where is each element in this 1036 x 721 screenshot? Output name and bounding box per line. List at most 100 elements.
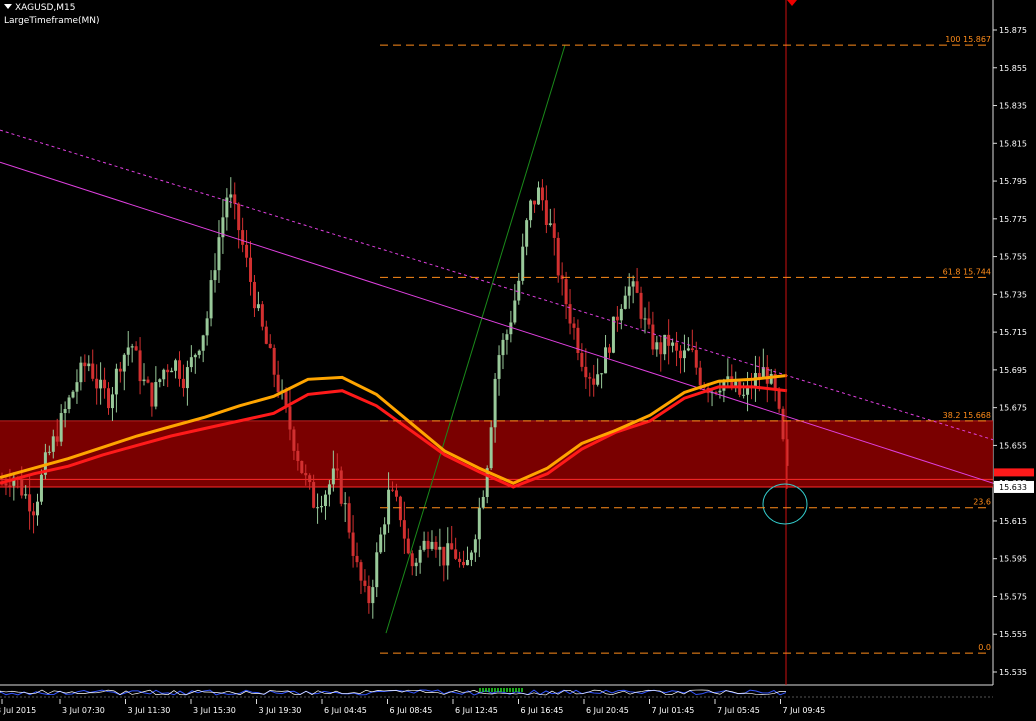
- candle-body: [130, 346, 134, 348]
- candle-body: [564, 279, 568, 305]
- candle-body: [678, 350, 682, 359]
- candle-body: [375, 552, 379, 588]
- candle-body: [619, 308, 623, 321]
- candle-body: [189, 357, 193, 368]
- candle-body: [142, 379, 146, 382]
- candle-body: [473, 539, 477, 553]
- candle-body: [505, 334, 509, 340]
- candle-body: [63, 409, 67, 414]
- candle-body: [742, 394, 746, 396]
- candle-body: [462, 561, 466, 566]
- candle-body: [639, 292, 643, 319]
- candle-body: [28, 494, 32, 512]
- candle-body: [540, 187, 544, 201]
- candle-body: [20, 478, 24, 496]
- candle-body: [659, 342, 663, 355]
- fib-level-label: 100 15.867: [945, 35, 991, 44]
- candle-body: [414, 562, 418, 567]
- candle-body: [533, 200, 537, 205]
- price-tick-label: 15.835: [999, 102, 1027, 111]
- candle-body: [134, 346, 138, 351]
- candle-body: [39, 474, 43, 502]
- candle-body: [718, 390, 722, 393]
- candle-body: [118, 368, 122, 372]
- price-tick-label: 15.875: [999, 26, 1027, 35]
- candle-body: [162, 369, 166, 380]
- candle-body: [304, 473, 308, 476]
- time-axis: 3 Jul 2015 3 Jul 07:30 3 Jul 11:30 3 Jul 15…: [0, 699, 825, 715]
- candle-body: [36, 501, 40, 516]
- price-tick-label: 15.795: [999, 177, 1027, 186]
- price-tick-label: 15.755: [999, 253, 1027, 262]
- candle-body: [777, 388, 781, 409]
- price-chart[interactable]: 100 15.86761.8 15.74438.2 15.66823.60.0 …: [0, 0, 1036, 721]
- candle-body: [103, 379, 107, 389]
- candle-body: [47, 451, 51, 453]
- price-tick-label: 15.555: [999, 630, 1027, 639]
- price-axis: 15.875 15.855 15.835 15.815 15.795 15.775 15.7…: [993, 26, 1034, 677]
- candle-body: [631, 281, 635, 287]
- price-tick-label: 15.535: [999, 668, 1027, 677]
- candle-body: [209, 280, 213, 319]
- candle-body: [398, 496, 402, 521]
- candle-body: [99, 379, 103, 389]
- candle-body: [371, 587, 375, 604]
- candle-body: [146, 379, 150, 383]
- candle-body: [213, 270, 217, 281]
- candle-body: [489, 427, 493, 469]
- candle-body: [241, 230, 245, 245]
- candle-body: [323, 494, 327, 506]
- candle-body: [556, 237, 560, 276]
- candle-body: [604, 347, 608, 374]
- price-tick-label: 15.615: [999, 517, 1027, 526]
- candle-body: [600, 373, 604, 375]
- candle-body: [643, 318, 647, 320]
- candle-body: [197, 350, 201, 355]
- candle-body: [32, 511, 36, 516]
- candle-body: [193, 354, 197, 358]
- fib-level-label: 61.8 15.744: [943, 267, 991, 276]
- candle-body: [517, 280, 521, 301]
- chart-frame: [0, 0, 994, 686]
- candle-body: [51, 436, 55, 452]
- candle-body: [501, 339, 505, 356]
- candle-body: [667, 334, 671, 346]
- candle-body: [114, 368, 118, 395]
- time-tick-label: 7 Jul 09:45: [783, 706, 826, 715]
- candle-body: [623, 295, 627, 309]
- time-tick-label: 3 Jul 07:30: [62, 706, 105, 715]
- candle-body: [682, 350, 686, 359]
- candle-body: [686, 348, 690, 351]
- candle-body: [454, 549, 458, 559]
- candle-body: [367, 585, 371, 604]
- candle-body: [331, 468, 335, 485]
- time-tick-label: 3 Jul 15:30: [193, 706, 236, 715]
- candle-body: [107, 388, 111, 409]
- price-tick-label: 15.715: [999, 328, 1027, 337]
- candle-body: [292, 429, 296, 451]
- candle-body: [434, 541, 438, 550]
- candle-body: [469, 552, 473, 560]
- candle-body: [615, 316, 619, 321]
- candle-body: [363, 580, 367, 586]
- price-tick-label: 15.655: [999, 441, 1027, 450]
- candle-body: [276, 374, 280, 393]
- candle-body: [59, 413, 63, 442]
- candle-body: [24, 494, 28, 496]
- candle-body: [477, 507, 481, 540]
- candle-body: [584, 366, 588, 378]
- candle-body: [694, 350, 698, 368]
- candle-body: [698, 367, 702, 386]
- candle-body: [83, 362, 87, 367]
- candle-body: [4, 483, 8, 486]
- candle-body: [138, 350, 142, 382]
- candle-body: [627, 286, 631, 296]
- candle-body: [572, 323, 576, 328]
- candle-body: [95, 378, 99, 389]
- candle-body: [588, 377, 592, 379]
- candle-body: [438, 546, 442, 550]
- candle-body: [394, 490, 398, 497]
- candle-body: [91, 363, 95, 379]
- price-tick-label: 15.595: [999, 555, 1027, 564]
- candle-body: [150, 382, 154, 407]
